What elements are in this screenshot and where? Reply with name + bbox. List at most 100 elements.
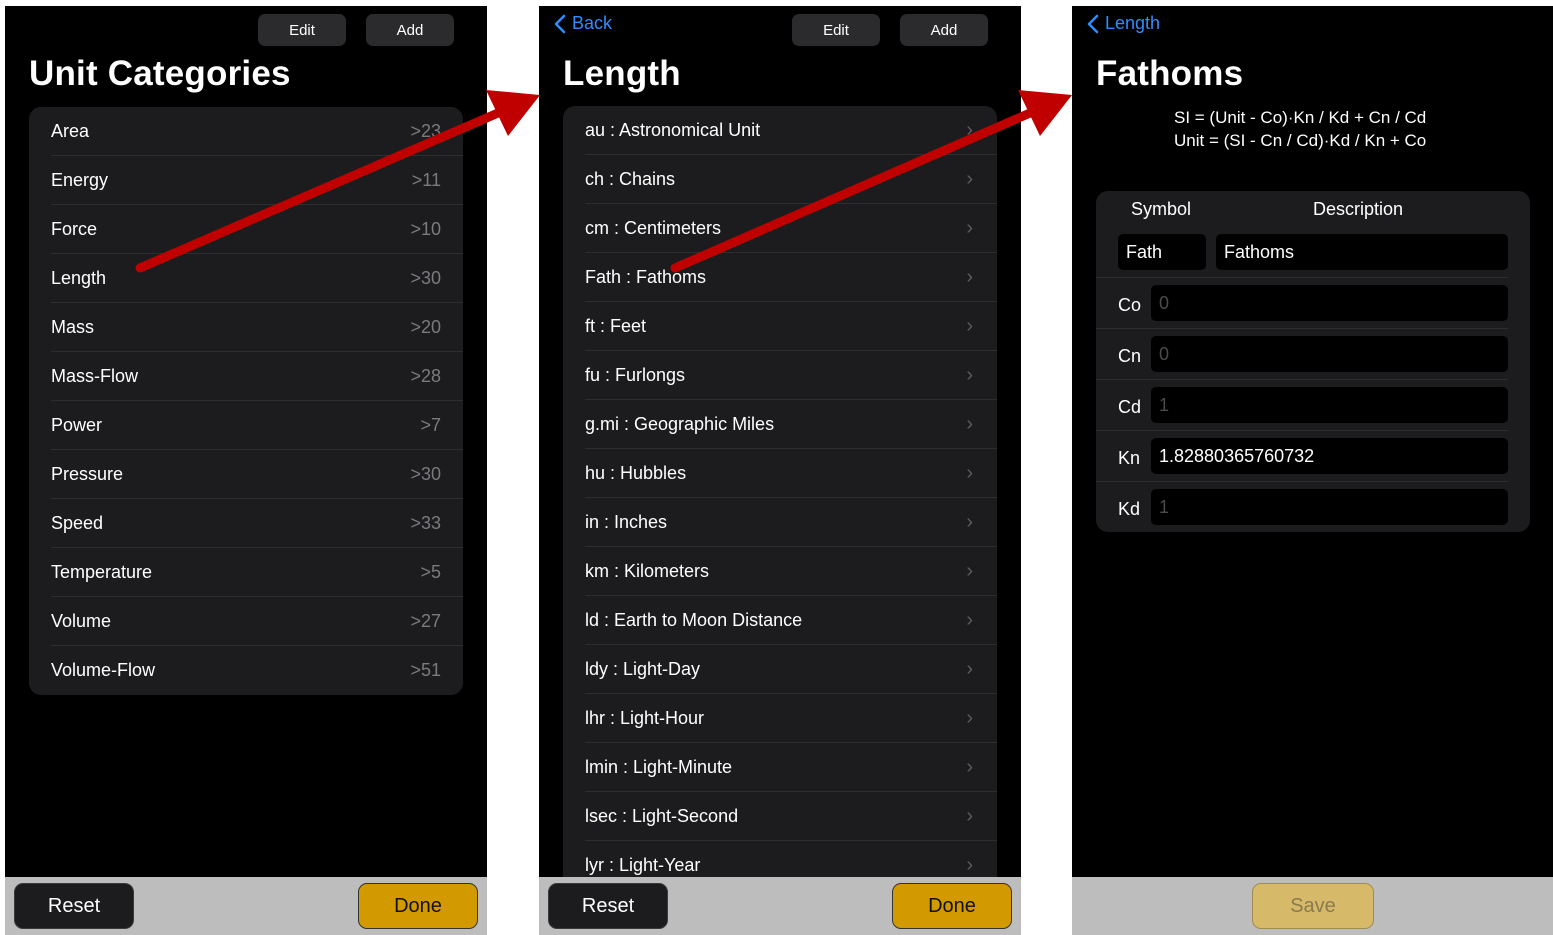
category-count: >11 xyxy=(411,170,441,190)
unit-row[interactable]: hu : Hubbles › xyxy=(563,449,997,498)
done-button[interactable]: Done xyxy=(358,883,478,929)
save-button[interactable]: Save xyxy=(1252,883,1374,929)
description-field[interactable]: Fathoms xyxy=(1216,234,1508,270)
category-row-mass[interactable]: Mass >20 xyxy=(29,303,463,352)
page-title: Unit Categories xyxy=(29,54,291,93)
back-label: Back xyxy=(572,13,613,33)
category-count: >10 xyxy=(410,219,441,239)
add-button[interactable]: Add xyxy=(900,14,988,46)
divider xyxy=(1096,379,1508,380)
edit-button[interactable]: Edit xyxy=(792,14,880,46)
formula-si: SI = (Unit - Co)·Kn / Kd + Cn / Cd xyxy=(1174,108,1427,127)
add-button[interactable]: Add xyxy=(366,14,454,46)
unit-definition-panel: Symbol Description Fath Fathoms Co 0 Cn … xyxy=(1096,191,1530,532)
chevron-right-icon: › xyxy=(966,511,973,533)
chevron-right-icon: › xyxy=(966,315,973,337)
description-header: Description xyxy=(1313,199,1404,219)
category-count: >5 xyxy=(420,562,441,582)
back-button[interactable]: Length xyxy=(1086,13,1160,34)
category-row-energy[interactable]: Energy >11 xyxy=(29,156,463,205)
unit-row[interactable]: ldy : Light-Day › xyxy=(563,645,997,694)
divider xyxy=(1096,430,1508,431)
category-row-mass-flow[interactable]: Mass-Flow >28 xyxy=(29,352,463,401)
unit-label: ft : Feet xyxy=(585,316,647,336)
back-label: Length xyxy=(1105,13,1161,33)
unit-label: in : Inches xyxy=(585,512,668,532)
unit-row[interactable]: ft : Feet › xyxy=(563,302,997,351)
length-units-screen: Back Edit Add Length au : Astronomical U… xyxy=(539,6,1021,935)
cd-label: Cd xyxy=(1118,397,1142,417)
unit-row[interactable]: Fath : Fathoms › xyxy=(563,253,997,302)
unit-label: km : Kilometers xyxy=(585,561,710,581)
back-button[interactable]: Back xyxy=(553,13,612,34)
formula-unit: Unit = (SI - Cn / Cd)·Kd / Kn + Co xyxy=(1174,131,1427,150)
unit-detail-screen: Length Fathoms SI = (Unit - Co)·Kn / Kd … xyxy=(1072,6,1553,935)
category-row-volume[interactable]: Volume >27 xyxy=(29,597,463,646)
category-label: Volume xyxy=(51,611,112,631)
edit-button[interactable]: Edit xyxy=(258,14,346,46)
category-count: >27 xyxy=(410,611,441,631)
category-count: >23 xyxy=(410,121,441,141)
category-row-length[interactable]: Length >30 xyxy=(29,254,463,303)
unit-row[interactable]: au : Astronomical Unit › xyxy=(563,106,997,155)
chevron-right-icon: › xyxy=(966,266,973,288)
unit-label: ld : Earth to Moon Distance xyxy=(585,610,803,630)
arrow-head-icon xyxy=(1018,90,1072,136)
chevron-left-icon xyxy=(1087,14,1099,33)
chevron-right-icon: › xyxy=(966,119,973,141)
category-label: Force xyxy=(51,219,98,239)
unit-row[interactable]: fu : Furlongs › xyxy=(563,351,997,400)
unit-row[interactable]: ch : Chains › xyxy=(563,155,997,204)
unit-row[interactable]: cm : Centimeters › xyxy=(563,204,997,253)
category-count: >51 xyxy=(410,660,441,680)
category-list: Area >23 Energy >11 Force >10 Length >30 Mas… xyxy=(29,107,463,695)
unit-row[interactable]: lmin : Light-Minute › xyxy=(563,743,997,792)
cn-field[interactable]: 0 xyxy=(1151,336,1508,372)
category-label: Power xyxy=(51,415,103,435)
symbol-field[interactable]: Fath xyxy=(1118,234,1206,270)
category-row-temperature[interactable]: Temperature >5 xyxy=(29,548,463,597)
unit-row[interactable]: g.mi : Geographic Miles › xyxy=(563,400,997,449)
chevron-right-icon: › xyxy=(966,609,973,631)
kd-label: Kd xyxy=(1118,499,1141,519)
category-row-force[interactable]: Force >10 xyxy=(29,205,463,254)
kn-field[interactable]: 1.82880365760732 xyxy=(1151,438,1508,474)
category-row-area[interactable]: Area >23 xyxy=(29,107,463,156)
unit-label: ldy : Light-Day xyxy=(585,659,701,679)
unit-row[interactable]: lhr : Light-Hour › xyxy=(563,694,997,743)
unit-label: lmin : Light-Minute xyxy=(585,757,733,777)
bottom-toolbar: Save xyxy=(1072,877,1553,935)
chevron-right-icon: › xyxy=(966,756,973,778)
category-label: Temperature xyxy=(51,562,153,582)
category-row-pressure[interactable]: Pressure >30 xyxy=(29,450,463,499)
reset-button[interactable]: Reset xyxy=(14,883,134,929)
category-label: Mass-Flow xyxy=(51,366,139,386)
cd-field[interactable]: 1 xyxy=(1151,387,1508,423)
category-label: Energy xyxy=(51,170,109,190)
category-row-power[interactable]: Power >7 xyxy=(29,401,463,450)
category-label: Pressure xyxy=(51,464,124,484)
unit-row[interactable]: in : Inches › xyxy=(563,498,997,547)
unit-label: fu : Furlongs xyxy=(585,365,686,385)
category-row-speed[interactable]: Speed >33 xyxy=(29,499,463,548)
kd-field[interactable]: 1 xyxy=(1151,489,1508,525)
unit-row[interactable]: ld : Earth to Moon Distance › xyxy=(563,596,997,645)
page-title: Length xyxy=(563,54,681,93)
unit-label: g.mi : Geographic Miles xyxy=(585,414,775,434)
page-title: Fathoms xyxy=(1096,54,1244,93)
done-button[interactable]: Done xyxy=(892,883,1012,929)
unit-row[interactable]: lsec : Light-Second › xyxy=(563,792,997,841)
category-label: Mass xyxy=(51,317,95,337)
reset-button[interactable]: Reset xyxy=(548,883,668,929)
divider xyxy=(1096,328,1508,329)
unit-label: lsec : Light-Second xyxy=(585,806,739,826)
co-field[interactable]: 0 xyxy=(1151,285,1508,321)
unit-row[interactable]: km : Kilometers › xyxy=(563,547,997,596)
category-label: Speed xyxy=(51,513,104,533)
chevron-right-icon: › xyxy=(966,217,973,239)
chevron-right-icon: › xyxy=(966,364,973,386)
chevron-right-icon: › xyxy=(966,462,973,484)
category-row-volume-flow[interactable]: Volume-Flow >51 xyxy=(29,646,463,695)
unit-list[interactable]: au : Astronomical Unit › ch : Chains › cm … xyxy=(563,106,997,896)
unit-categories-screen: Edit Add Unit Categories Area >23 Energy >… xyxy=(5,6,487,935)
